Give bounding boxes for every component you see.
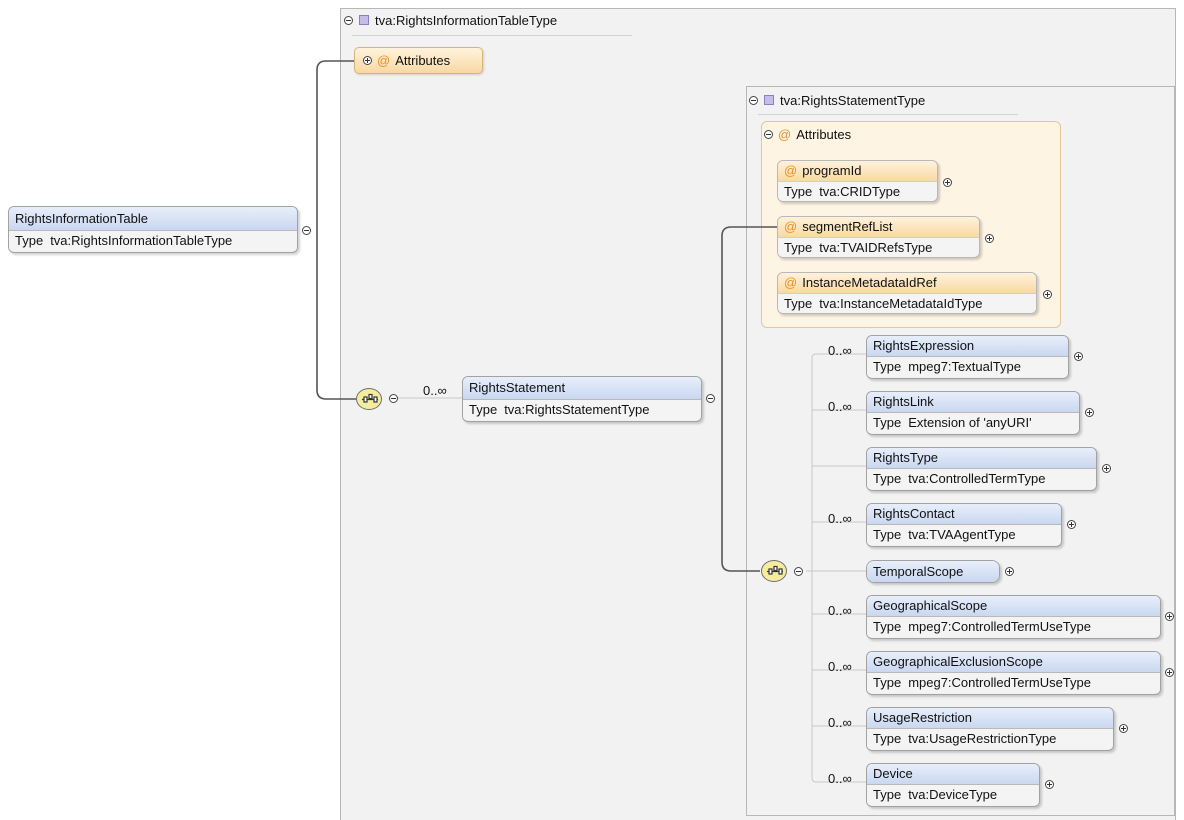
element-name: RightsLink (867, 392, 1079, 412)
expand-icon[interactable] (1074, 352, 1083, 361)
type-value: tva:DeviceType (908, 787, 998, 802)
child-element-rightsexpression[interactable]: RightsExpression Type mpeg7:TextualType (866, 335, 1069, 379)
type-value: tva:RightsStatementType (504, 402, 650, 417)
type-value: tva:UsageRestrictionType (908, 731, 1057, 746)
child-element-geographicalscope[interactable]: GeographicalScope Type mpeg7:ControlledTe… (866, 595, 1161, 639)
type-value: mpeg7:ControlledTermUseType (908, 675, 1091, 690)
sequence-compositor-icon[interactable] (761, 560, 787, 582)
expand-icon[interactable] (1119, 724, 1128, 733)
type-key: Type (873, 619, 902, 634)
element-name: TemporalScope (867, 561, 999, 582)
cardinality-label: 0..∞ (828, 343, 852, 358)
expand-icon[interactable] (1085, 408, 1094, 417)
expand-icon[interactable] (1045, 780, 1054, 789)
child-element-device[interactable]: Device Type tva:DeviceType (866, 763, 1040, 807)
cardinality-label: 0..∞ (828, 511, 852, 526)
expand-icon[interactable] (1102, 464, 1111, 473)
element-name: RightsStatement (463, 377, 701, 399)
type-key: Type (15, 233, 44, 248)
element-name: RightsContact (867, 504, 1061, 524)
type-key: Type (873, 675, 902, 690)
child-element-rightslink[interactable]: RightsLink Type Extension of 'anyURI' (866, 391, 1080, 435)
type-key: Type (873, 359, 902, 374)
type-key: Type (469, 402, 498, 417)
root-element[interactable]: RightsInformationTable Type tva:RightsInf… (8, 206, 298, 253)
cardinality-label: 0..∞ (828, 715, 852, 730)
type-value: tva:RightsInformationTableType (50, 233, 233, 248)
element-name: GeographicalExclusionScope (867, 652, 1160, 672)
cardinality-label: 0..∞ (828, 399, 852, 414)
cardinality-label: 0..∞ (828, 771, 852, 786)
element-name: RightsInformationTable (9, 207, 297, 230)
cardinality-label: 0..∞ (423, 383, 447, 398)
type-value: Extension of 'anyURI' (908, 415, 1032, 430)
collapse-icon[interactable] (389, 394, 398, 403)
type-value: mpeg7:TextualType (908, 359, 1021, 374)
element-name: RightsType (867, 448, 1096, 468)
type-key: Type (873, 787, 902, 802)
expand-icon[interactable] (1165, 612, 1174, 621)
type-key: Type (873, 471, 902, 486)
type-key: Type (873, 415, 902, 430)
type-key: Type (873, 731, 902, 746)
element-name: UsageRestriction (867, 708, 1113, 728)
type-value: tva:ControlledTermType (908, 471, 1046, 486)
child-element-temporalscope[interactable]: TemporalScope (866, 560, 1000, 583)
element-name: Device (867, 764, 1039, 784)
expand-icon[interactable] (1165, 668, 1174, 677)
type-key: Type (873, 527, 902, 542)
child-element-rightstype[interactable]: RightsType Type tva:ControlledTermType (866, 447, 1097, 491)
cardinality-label: 0..∞ (828, 659, 852, 674)
child-element-rightscontact[interactable]: RightsContact Type tva:TVAAgentType (866, 503, 1062, 547)
type-value: mpeg7:ControlledTermUseType (908, 619, 1091, 634)
child-element-geographicalexclusionscope[interactable]: GeographicalExclusionScope Type mpeg7:Con… (866, 651, 1161, 695)
child-element-usagerestriction[interactable]: UsageRestriction Type tva:UsageRestrictio… (866, 707, 1114, 751)
type-value: tva:TVAAgentType (908, 527, 1016, 542)
cardinality-label: 0..∞ (828, 603, 852, 618)
rights-statement-element[interactable]: RightsStatement Type tva:RightsStatementT… (462, 376, 702, 422)
sequence-compositor-icon[interactable] (356, 388, 382, 410)
element-name: GeographicalScope (867, 596, 1160, 616)
element-name: RightsExpression (867, 336, 1068, 356)
collapse-icon[interactable] (794, 567, 803, 576)
collapse-icon[interactable] (706, 394, 715, 403)
expand-icon[interactable] (1005, 567, 1014, 576)
collapse-icon[interactable] (302, 226, 311, 235)
expand-icon[interactable] (1067, 520, 1076, 529)
